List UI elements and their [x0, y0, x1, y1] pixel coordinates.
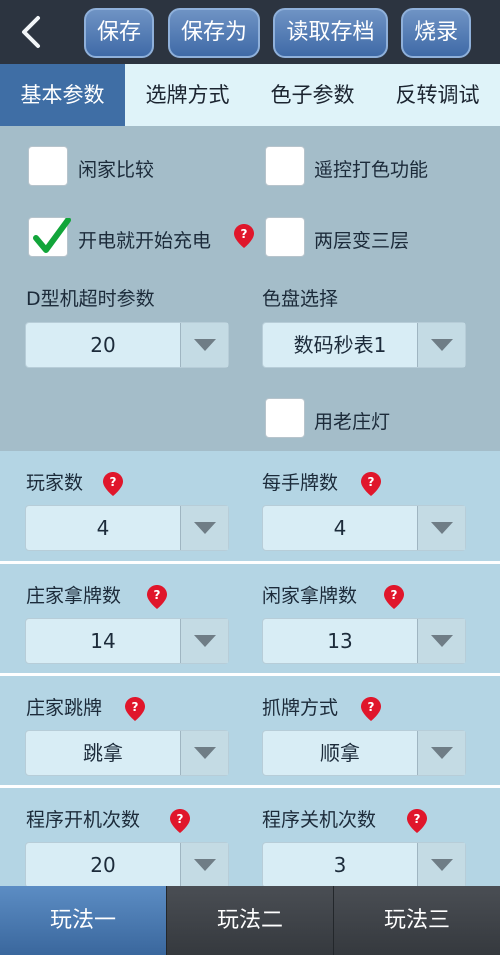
- help-icon[interactable]: ?: [234, 224, 254, 248]
- dealer-take-value: 14: [90, 629, 116, 653]
- old-dealer-light-checkbox[interactable]: [265, 398, 305, 438]
- load-archive-button[interactable]: 读取存档: [273, 8, 388, 58]
- grab-mode-select[interactable]: 顺拿: [262, 730, 466, 776]
- dial-value: 数码秒表1: [293, 333, 387, 357]
- help-icon[interactable]: ?: [103, 472, 123, 496]
- d-timeout-value: 20: [90, 333, 116, 357]
- dropdown-arrow[interactable]: [417, 619, 465, 663]
- two-to-three-checkbox[interactable]: [265, 217, 305, 257]
- dealer-take-select[interactable]: 14: [25, 618, 229, 664]
- power-off-count-label: 程序关机次数: [262, 809, 377, 831]
- help-icon[interactable]: ?: [147, 585, 167, 609]
- players-label: 玩家数: [26, 472, 84, 494]
- d-timeout-label: D型机超时参数: [26, 288, 155, 310]
- dealer-jump-value: 跳拿: [83, 741, 123, 765]
- two-to-three-label: 两层变三层: [314, 230, 410, 252]
- idle-take-select[interactable]: 13: [262, 618, 466, 664]
- help-icon[interactable]: ?: [125, 697, 145, 721]
- dial-label: 色盘选择: [262, 288, 339, 310]
- triangle-down-icon: [194, 859, 216, 871]
- svg-text:?: ?: [414, 812, 421, 826]
- power-on-count-select[interactable]: 20: [25, 842, 229, 886]
- back-button[interactable]: [20, 10, 60, 54]
- cards-per-hand-label: 每手牌数: [262, 472, 339, 494]
- dropdown-arrow[interactable]: [417, 843, 465, 886]
- triangle-down-icon: [431, 635, 453, 647]
- help-icon[interactable]: ?: [361, 697, 381, 721]
- triangle-down-icon: [431, 339, 453, 351]
- triangle-down-icon: [431, 522, 453, 534]
- settings-panel: 闲家比较 遥控打色功能 开电就开始充电 ? 两层变三层 D型机超时参数 20 色…: [0, 126, 500, 886]
- dropdown-arrow[interactable]: [417, 506, 465, 550]
- chevron-left-icon: [22, 16, 40, 48]
- dropdown-arrow[interactable]: [180, 619, 228, 663]
- svg-text:?: ?: [154, 588, 161, 602]
- help-icon[interactable]: ?: [170, 809, 190, 833]
- dealer-take-label: 庄家拿牌数: [26, 585, 122, 607]
- dropdown-arrow[interactable]: [180, 731, 228, 775]
- svg-text:?: ?: [368, 475, 375, 489]
- cards-per-hand-value: 4: [333, 516, 347, 540]
- dial-select[interactable]: 数码秒表1: [262, 322, 466, 368]
- d-timeout-select[interactable]: 20: [25, 322, 229, 368]
- svg-text:?: ?: [132, 700, 139, 714]
- triangle-down-icon: [194, 339, 216, 351]
- grab-mode-value: 顺拿: [320, 741, 360, 765]
- help-icon[interactable]: ?: [361, 472, 381, 496]
- tab-dice-params[interactable]: 色子参数: [250, 64, 375, 126]
- triangle-down-icon: [194, 635, 216, 647]
- dropdown-arrow[interactable]: [417, 323, 465, 367]
- remote-color-checkbox[interactable]: [265, 146, 305, 186]
- idle-take-label: 闲家拿牌数: [262, 585, 358, 607]
- save-as-button[interactable]: 保存为: [168, 8, 260, 58]
- tab-card-selection[interactable]: 选牌方式: [125, 64, 250, 126]
- svg-text:?: ?: [241, 227, 248, 241]
- old-dealer-light-label: 用老庄灯: [314, 411, 391, 433]
- power-on-count-value: 20: [90, 853, 116, 877]
- power-off-count-value: 3: [333, 853, 347, 877]
- idle-compare-label: 闲家比较: [78, 159, 155, 181]
- triangle-down-icon: [431, 747, 453, 759]
- tab-reverse-debug[interactable]: 反转调试: [375, 64, 500, 126]
- tab-mode-3[interactable]: 玩法三: [334, 886, 500, 955]
- idle-compare-checkbox[interactable]: [28, 146, 68, 186]
- help-icon[interactable]: ?: [407, 809, 427, 833]
- svg-text:?: ?: [391, 588, 398, 602]
- remote-color-label: 遥控打色功能: [314, 159, 429, 181]
- tab-mode-1[interactable]: 玩法一: [0, 886, 167, 955]
- svg-text:?: ?: [177, 812, 184, 826]
- dealer-jump-label: 庄家跳牌: [26, 697, 103, 719]
- svg-text:?: ?: [110, 475, 117, 489]
- grab-mode-label: 抓牌方式: [262, 697, 339, 719]
- top-toolbar: 保存 保存为 读取存档 烧录: [0, 0, 500, 64]
- dealer-jump-select[interactable]: 跳拿: [25, 730, 229, 776]
- tab-bar: 基本参数 选牌方式 色子参数 反转调试: [0, 64, 500, 126]
- tab-mode-2[interactable]: 玩法二: [167, 886, 334, 955]
- power-on-count-label: 程序开机次数: [26, 809, 141, 831]
- triangle-down-icon: [431, 859, 453, 871]
- players-select[interactable]: 4: [25, 505, 229, 551]
- dropdown-arrow[interactable]: [180, 506, 228, 550]
- cards-per-hand-select[interactable]: 4: [262, 505, 466, 551]
- svg-text:?: ?: [368, 700, 375, 714]
- help-icon[interactable]: ?: [384, 585, 404, 609]
- dropdown-arrow[interactable]: [180, 323, 228, 367]
- tab-basic-params[interactable]: 基本参数: [0, 64, 125, 126]
- triangle-down-icon: [194, 522, 216, 534]
- save-button[interactable]: 保存: [84, 8, 154, 58]
- checkmark-icon: [33, 218, 71, 253]
- power-charge-label: 开电就开始充电: [78, 230, 212, 252]
- power-off-count-select[interactable]: 3: [262, 842, 466, 886]
- dropdown-arrow[interactable]: [180, 843, 228, 886]
- dropdown-arrow[interactable]: [417, 731, 465, 775]
- triangle-down-icon: [194, 747, 216, 759]
- idle-take-value: 13: [327, 629, 353, 653]
- bottom-tab-bar: 玩法一 玩法二 玩法三: [0, 886, 500, 955]
- burn-button[interactable]: 烧录: [401, 8, 471, 58]
- players-value: 4: [96, 516, 110, 540]
- power-charge-checkbox[interactable]: [28, 217, 71, 257]
